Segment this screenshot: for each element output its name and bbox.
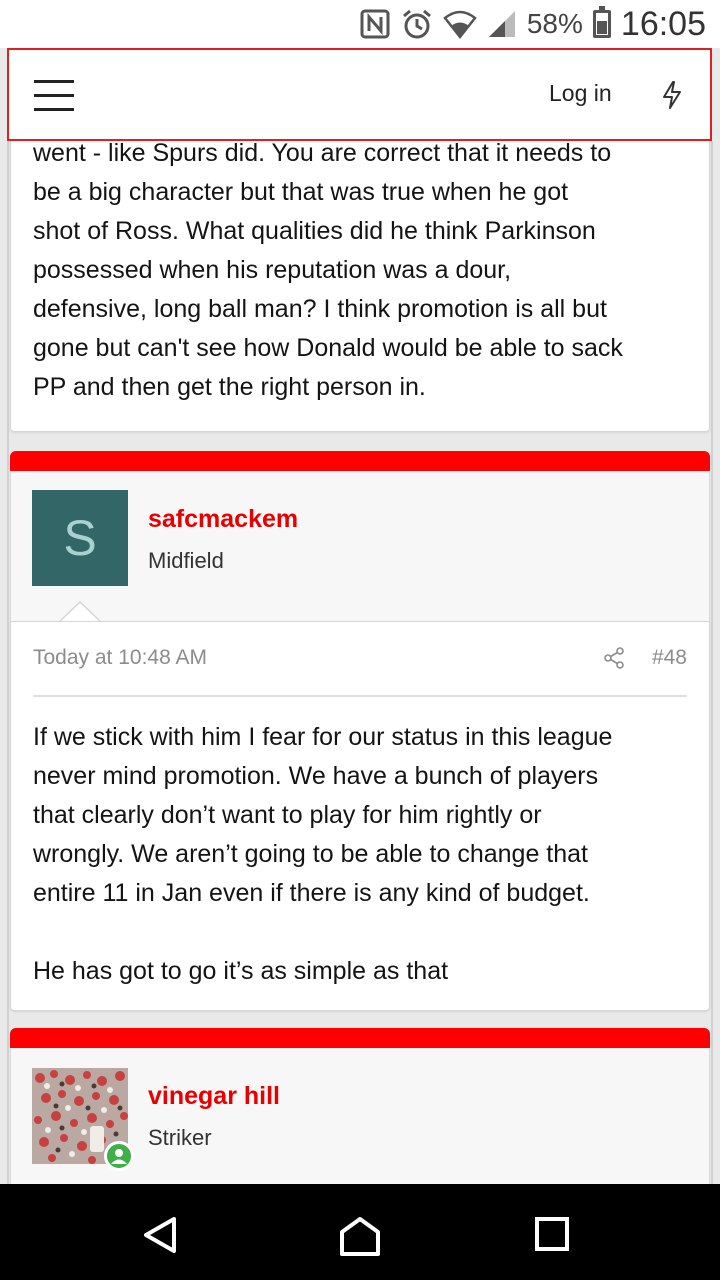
post-body: went - like Spurs did. You are correct t…	[33, 141, 623, 401]
user-title: Striker	[148, 1125, 212, 1150]
alarm-icon	[402, 9, 431, 39]
top-nav-bar: Log in	[7, 48, 712, 141]
author-panel: vinegar hill Striker	[10, 1048, 710, 1184]
login-link[interactable]: Log in	[549, 80, 612, 107]
post-number[interactable]: #48	[652, 646, 687, 670]
battery-percent: 58%	[526, 8, 583, 39]
username[interactable]: safcmackem	[148, 505, 298, 534]
online-user-icon	[104, 1141, 134, 1171]
post-date[interactable]: Today at 10:48 AM	[33, 646, 602, 670]
wifi-icon	[443, 10, 477, 39]
clock: 16:05	[620, 4, 706, 43]
author-pointer	[59, 601, 101, 623]
post-card: Today at 10:48 AM #48 If we stick with h…	[10, 621, 710, 1011]
user-title: Midfield	[148, 548, 224, 573]
system-nav-bar	[0, 1184, 720, 1280]
nfc-icon	[360, 9, 390, 39]
signal-icon	[488, 11, 515, 37]
battery-icon	[592, 6, 611, 38]
home-icon[interactable]	[338, 1216, 382, 1256]
post-divider	[33, 695, 687, 697]
back-icon[interactable]	[142, 1216, 178, 1254]
post-accent-bar	[10, 451, 710, 471]
recents-icon[interactable]	[534, 1216, 570, 1252]
thread-content[interactable]: went - like Spurs did. You are correct t…	[0, 141, 720, 1184]
post-meta: Today at 10:48 AM #48	[33, 638, 687, 678]
hamburger-icon[interactable]	[34, 80, 74, 112]
post-accent-bar	[10, 1028, 710, 1048]
left-rail	[7, 141, 9, 1184]
status-bar: 58% 16:05	[0, 0, 720, 48]
post-card-previous: went - like Spurs did. You are correct t…	[10, 141, 710, 432]
post-body: If we stick with him I fear for our stat…	[33, 723, 613, 985]
username[interactable]: vinegar hill	[148, 1082, 280, 1111]
author-panel: S safcmackem Midfield	[10, 471, 710, 623]
avatar[interactable]: S	[32, 490, 128, 586]
share-icon[interactable]	[602, 646, 626, 670]
right-rail	[711, 141, 713, 1184]
bolt-icon[interactable]	[659, 80, 685, 110]
